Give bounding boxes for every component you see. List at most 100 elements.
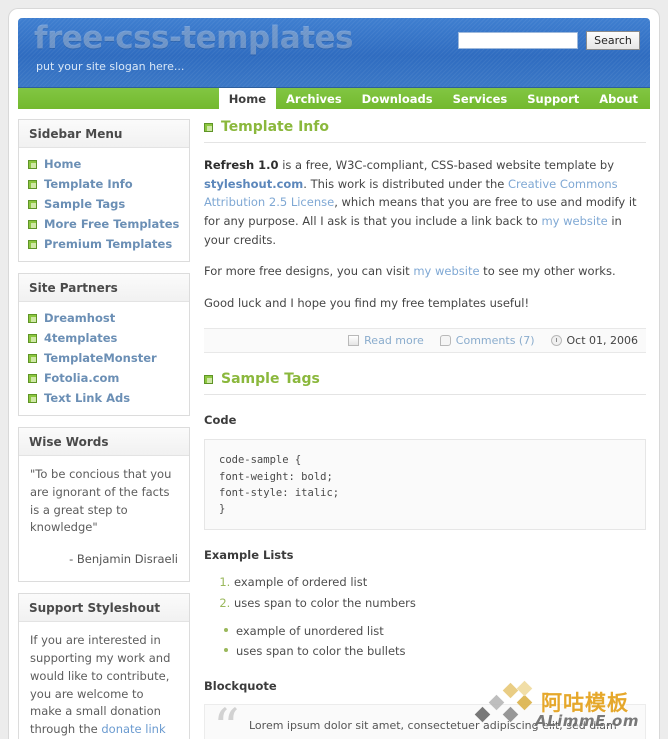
sidebar-partners-title: Site Partners xyxy=(19,274,189,302)
unordered-list: example of unordered list uses span to c… xyxy=(204,621,646,661)
post-text-a: is a free, W3C-compliant, CSS-based webs… xyxy=(278,158,615,172)
bullet-square-icon xyxy=(28,333,37,343)
list-item: example of ordered list xyxy=(234,572,646,592)
search-button[interactable]: Search xyxy=(586,31,640,50)
partner-item-4templates[interactable]: 4templates xyxy=(19,328,189,348)
post-heading-label: Template Info xyxy=(221,119,329,135)
post-paragraph-3: Good luck and I hope you find my free te… xyxy=(204,295,530,310)
site-logo: free-css-templates xyxy=(34,20,354,56)
bullet-square-icon xyxy=(28,353,37,363)
sample-tags-heading-label: Sample Tags xyxy=(221,371,320,388)
comment-bubble-icon xyxy=(439,335,451,347)
post-product-name: Refresh 1.0 xyxy=(204,158,279,172)
nav-item-archives[interactable]: Archives xyxy=(276,88,352,109)
sidebar-box-menu: Sidebar Menu Home Template Info Sample T… xyxy=(18,119,190,262)
bullet-square-icon xyxy=(28,159,37,169)
post-heading: Template Info xyxy=(204,119,646,143)
nav-item-downloads[interactable]: Downloads xyxy=(352,88,443,109)
sidebar-item-label[interactable]: Premium Templates xyxy=(44,237,172,251)
sidebar-item-label[interactable]: Template Info xyxy=(44,177,133,191)
my-website-link[interactable]: my website xyxy=(541,214,607,228)
sidebar-item-template-info[interactable]: Template Info xyxy=(19,174,189,194)
sidebar-item-premium-templates[interactable]: Premium Templates xyxy=(19,234,189,254)
partner-item-label[interactable]: TemplateMonster xyxy=(44,351,157,365)
search-form: Search xyxy=(458,31,640,50)
sidebar-partners-list: Dreamhost 4templates TemplateMonster Fot… xyxy=(19,302,189,415)
main-content: Template Info Refresh 1.0 is a free, W3C… xyxy=(190,109,650,739)
list-item: example of unordered list xyxy=(222,621,646,641)
bullet-square-icon xyxy=(28,219,37,229)
bullet-square-icon xyxy=(28,239,37,249)
donate-link[interactable]: donate link xyxy=(101,722,165,736)
wise-words-body: "To be concious that you are ignorant of… xyxy=(19,456,189,581)
partner-item-text-link-ads[interactable]: Text Link Ads xyxy=(19,388,189,408)
bullet-square-icon xyxy=(28,393,37,403)
post-text-b: . This work is distributed under the xyxy=(303,176,508,191)
sidebar: Sidebar Menu Home Template Info Sample T… xyxy=(18,109,190,739)
content-area: Sidebar Menu Home Template Info Sample T… xyxy=(9,109,659,739)
support-title: Support Styleshout xyxy=(19,594,189,623)
sidebar-menu-title: Sidebar Menu xyxy=(19,120,189,148)
wise-words-author: - Benjamin Disraeli xyxy=(69,552,178,567)
partner-item-label[interactable]: Fotolia.com xyxy=(44,371,119,385)
sidebar-item-sample-tags[interactable]: Sample Tags xyxy=(19,194,189,214)
list-item: uses span to color the bullets xyxy=(222,641,646,661)
sidebar-box-support: Support Styleshout If you are interested… xyxy=(18,593,190,739)
page-container: free-css-templates put your site slogan … xyxy=(9,9,659,739)
sidebar-box-wise-words: Wise Words "To be concious that you are … xyxy=(18,427,190,583)
post-meta-bar: Read more Comments (7) Oct 01, 2006 xyxy=(204,328,646,354)
partner-item-label[interactable]: 4templates xyxy=(44,331,117,345)
support-body: If you are interested in supporting my w… xyxy=(19,622,189,739)
bullet-square-icon xyxy=(28,199,37,209)
support-text-before: If you are interested in supporting my w… xyxy=(30,633,171,737)
site-slogan: put your site slogan here... xyxy=(36,60,185,73)
bullet-square-icon xyxy=(28,373,37,383)
code-block: code-sample { font-weight: bold; font-st… xyxy=(204,439,646,531)
heading-square-icon xyxy=(204,122,213,132)
partner-item-fotolia[interactable]: Fotolia.com xyxy=(19,368,189,388)
search-input[interactable] xyxy=(458,32,578,49)
lists-section-title: Example Lists xyxy=(204,548,294,563)
partner-item-dreamhost[interactable]: Dreamhost xyxy=(19,308,189,328)
nav-item-about[interactable]: About xyxy=(589,88,648,109)
list-item: uses span to color the numbers xyxy=(234,593,646,613)
sidebar-item-label[interactable]: Home xyxy=(44,157,81,171)
styleshout-link[interactable]: styleshout.com xyxy=(204,177,303,191)
wise-words-quote: "To be concious that you are ignorant of… xyxy=(30,467,172,535)
bullet-square-icon xyxy=(28,313,37,323)
sidebar-menu-list: Home Template Info Sample Tags More Free… xyxy=(19,148,189,261)
comments-link[interactable]: Comments (7) xyxy=(439,334,535,348)
clock-icon xyxy=(550,335,562,347)
heading-square-icon xyxy=(204,374,213,384)
post-paragraph-2: For more free designs, you can visit my … xyxy=(204,262,646,281)
partner-item-templatemonster[interactable]: TemplateMonster xyxy=(19,348,189,368)
document-icon xyxy=(348,335,360,347)
comments-label: Comments (7) xyxy=(455,334,535,348)
nav-item-services[interactable]: Services xyxy=(443,88,518,109)
nav-item-home[interactable]: Home xyxy=(218,88,276,109)
bullet-square-icon xyxy=(28,179,37,189)
partner-item-label[interactable]: Dreamhost xyxy=(44,311,115,325)
sidebar-item-label[interactable]: Sample Tags xyxy=(44,197,125,211)
sidebar-box-partners: Site Partners Dreamhost 4templates Templ… xyxy=(18,273,190,416)
main-navigation: Home Archives Downloads Services Support… xyxy=(18,87,650,109)
site-header: free-css-templates put your site slogan … xyxy=(18,18,650,87)
blockquote: Lorem ipsum dolor sit amet, consectetuer… xyxy=(204,703,646,739)
post-text-e: For more free designs, you can visit xyxy=(204,264,414,279)
read-more-label: Read more xyxy=(364,334,424,348)
post-date: Oct 01, 2006 xyxy=(550,334,639,348)
post-text-f: to see my other works. xyxy=(479,264,616,279)
nav-item-support[interactable]: Support xyxy=(517,88,589,109)
my-website-link-2[interactable]: my website xyxy=(413,264,479,278)
sidebar-item-label[interactable]: More Free Templates xyxy=(44,217,179,231)
post-date-label: Oct 01, 2006 xyxy=(566,334,639,348)
sample-tags-heading: Sample Tags xyxy=(204,371,646,396)
read-more-link[interactable]: Read more xyxy=(348,334,424,347)
sidebar-item-more-free-templates[interactable]: More Free Templates xyxy=(19,214,189,234)
wise-words-title: Wise Words xyxy=(19,428,189,456)
code-section-title: Code xyxy=(204,413,237,428)
blockquote-section-title: Blockquote xyxy=(204,678,277,693)
partner-item-label[interactable]: Text Link Ads xyxy=(44,391,130,405)
post-paragraph-1: Refresh 1.0 is a free, W3C-compliant, CS… xyxy=(204,156,646,249)
sidebar-item-home[interactable]: Home xyxy=(19,154,189,174)
